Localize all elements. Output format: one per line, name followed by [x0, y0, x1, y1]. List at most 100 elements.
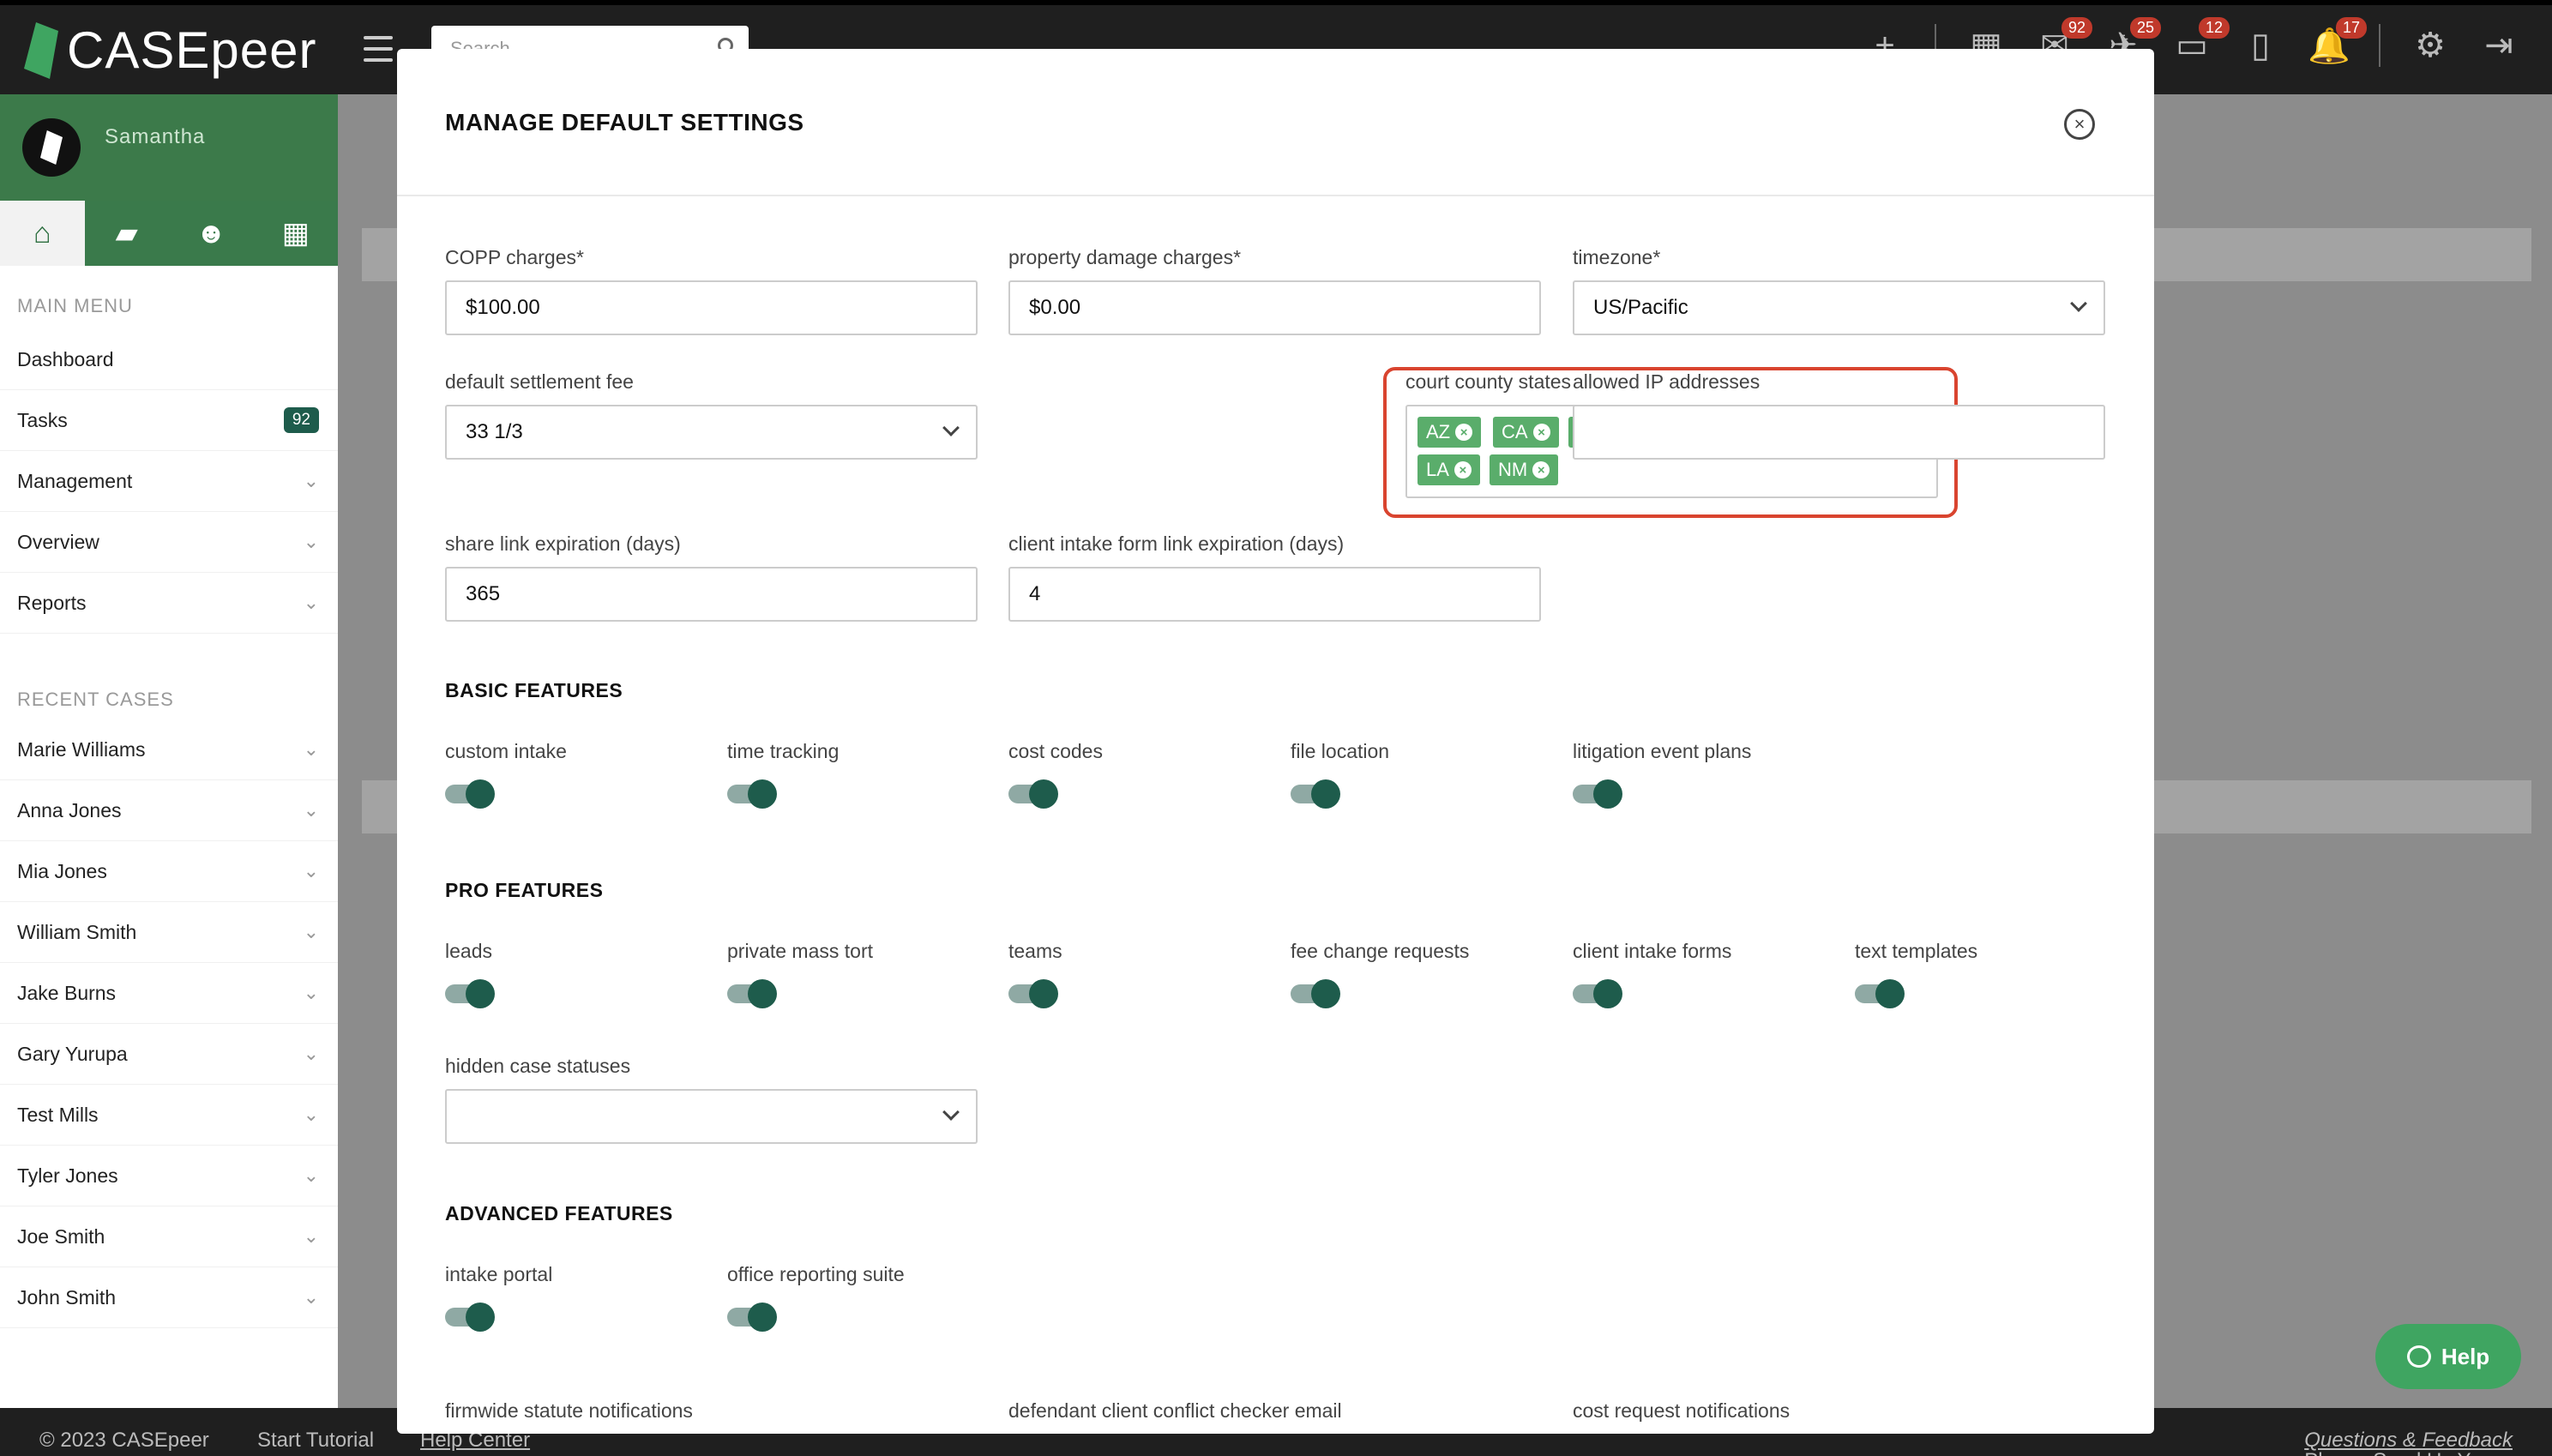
tasks-badge: 92: [283, 407, 319, 433]
text-templates-toggle[interactable]: [1855, 978, 1905, 1010]
chevron-down-icon: ⌄: [303, 738, 319, 760]
users-icon[interactable]: ☻: [169, 201, 254, 266]
manage-default-settings-modal: MANAGE DEFAULT SETTINGS × COPP charges* …: [397, 49, 2154, 1434]
feedback-prefix: Please Send Us Your: [2304, 1449, 2499, 1456]
logo-text: CASEpeer: [67, 21, 317, 79]
recent-case-item[interactable]: John Smith ⌄: [0, 1267, 338, 1328]
litigation-event-plans-toggle[interactable]: [1573, 778, 1622, 810]
bell-icon[interactable]: 🔔 17: [2308, 17, 2367, 67]
state-tag[interactable]: AZ ×: [1417, 417, 1482, 448]
recent-case-item[interactable]: Jake Burns ⌄: [0, 963, 338, 1024]
teams-toggle[interactable]: [1008, 978, 1058, 1010]
recent-case-label: Test Mills: [17, 1103, 99, 1126]
sidebar-item-label: Dashboard: [17, 347, 114, 370]
help-button[interactable]: Help: [2375, 1324, 2521, 1389]
timezone-value: US/Pacific: [1593, 296, 1688, 319]
tray-icon[interactable]: ▭ 12: [2173, 17, 2230, 67]
share-link-input[interactable]: 365: [445, 567, 978, 622]
feature-label: litigation event plans: [1573, 740, 1752, 762]
calendar-icon[interactable]: ▦: [254, 201, 339, 266]
recent-case-item[interactable]: Anna Jones ⌄: [0, 780, 338, 841]
recent-case-item[interactable]: Marie Williams ⌄: [0, 719, 338, 780]
settlement-fee-label: default settlement fee: [445, 370, 634, 393]
feature-label: office reporting suite: [727, 1263, 905, 1285]
chevron-down-icon: [942, 1104, 960, 1121]
private-mass-tort-toggle[interactable]: [727, 978, 777, 1010]
chevron-down-icon: ⌄: [303, 1225, 319, 1247]
remove-tag-icon[interactable]: ×: [1532, 461, 1550, 478]
copp-charges-value: $100.00: [466, 296, 540, 319]
remove-tag-icon[interactable]: ×: [1532, 424, 1550, 441]
chevron-down-icon: ⌄: [303, 982, 319, 1003]
leads-toggle[interactable]: [445, 978, 495, 1010]
timezone-select[interactable]: US/Pacific: [1573, 280, 2105, 335]
feature-label: time tracking: [727, 740, 840, 762]
recent-case-item[interactable]: Mia Jones ⌄: [0, 841, 338, 902]
avatar[interactable]: [22, 118, 81, 177]
intake-link-value: 4: [1029, 582, 1041, 605]
divider: [2379, 24, 2380, 67]
property-damage-label: property damage charges*: [1008, 246, 1242, 268]
file-location-toggle[interactable]: [1291, 778, 1340, 810]
phone-icon[interactable]: ▯: [2242, 24, 2279, 67]
sidebar-item-management[interactable]: Management ⌄: [0, 451, 338, 512]
logout-icon[interactable]: ⇥: [2480, 24, 2518, 67]
casepeer-logo[interactable]: CASEpeer: [24, 21, 316, 80]
hamburger-menu-icon[interactable]: [364, 36, 393, 62]
sidebar-item-label: Management: [17, 469, 133, 492]
client-intake-forms-toggle[interactable]: [1573, 978, 1622, 1010]
office-reporting-suite-toggle[interactable]: [727, 1301, 777, 1333]
state-tag[interactable]: NM ×: [1490, 454, 1559, 485]
sidebar-item-dashboard[interactable]: Dashboard: [0, 329, 338, 390]
recent-case-item[interactable]: William Smith ⌄: [0, 902, 338, 963]
user-name: Samantha: [105, 125, 206, 148]
close-icon[interactable]: ×: [2064, 109, 2095, 140]
allowed-ip-input[interactable]: [1573, 405, 2105, 460]
chevron-down-icon: ⌄: [303, 592, 319, 613]
settlement-fee-select[interactable]: 33 1/3: [445, 405, 978, 460]
custom-intake-toggle[interactable]: [445, 778, 495, 810]
recent-case-item[interactable]: Tyler Jones ⌄: [0, 1146, 338, 1206]
sidebar-item-tasks[interactable]: Tasks 92: [0, 390, 338, 451]
intake-portal-toggle[interactable]: [445, 1301, 495, 1333]
sidebar-item-label: Reports: [17, 591, 87, 614]
remove-tag-icon[interactable]: ×: [1455, 424, 1473, 441]
sidebar-item-overview[interactable]: Overview ⌄: [0, 512, 338, 573]
hidden-case-statuses-select[interactable]: [445, 1089, 978, 1144]
recent-case-label: Jake Burns: [17, 981, 117, 1004]
feedback-link[interactable]: Questions & Feedback: [2304, 1429, 2513, 1452]
chevron-down-icon: ⌄: [303, 1164, 319, 1186]
recent-case-label: John Smith: [17, 1285, 117, 1309]
start-tutorial-link[interactable]: Start Tutorial: [257, 1429, 374, 1453]
share-link-label: share link expiration (days): [445, 532, 681, 555]
recent-case-item[interactable]: Test Mills ⌄: [0, 1085, 338, 1146]
fee-change-requests-toggle[interactable]: [1291, 978, 1340, 1010]
feature-label: text templates: [1855, 940, 1978, 962]
advanced-features-title: ADVANCED FEATURES: [445, 1202, 673, 1224]
recent-case-label: Marie Williams: [17, 737, 146, 761]
property-damage-input[interactable]: $0.00: [1008, 280, 1541, 335]
conflict-checker-email-label: defendant client conflict checker email: [1008, 1399, 1342, 1422]
state-tag[interactable]: CA ×: [1493, 417, 1559, 448]
gear-icon[interactable]: ⚙: [2411, 24, 2449, 67]
sidebar-item-reports[interactable]: Reports ⌄: [0, 573, 338, 634]
feature-label: intake portal: [445, 1263, 553, 1285]
recent-case-item[interactable]: Gary Yurupa ⌄: [0, 1024, 338, 1085]
inbox-badge: 92: [2061, 17, 2092, 39]
cost-codes-toggle[interactable]: [1008, 778, 1058, 810]
messages-badge: 25: [2129, 17, 2161, 39]
home-icon[interactable]: ⌂: [0, 201, 85, 266]
intake-link-label: client intake form link expiration (days…: [1008, 532, 1345, 555]
recent-cases-title: RECENT CASES: [17, 689, 174, 710]
folder-icon[interactable]: ▰: [85, 201, 170, 266]
remove-tag-icon[interactable]: ×: [1454, 461, 1472, 478]
copp-charges-input[interactable]: $100.00: [445, 280, 978, 335]
intake-link-input[interactable]: 4: [1008, 567, 1541, 622]
feature-label: private mass tort: [727, 940, 873, 962]
state-tag[interactable]: LA ×: [1417, 454, 1480, 485]
main-menu-title: MAIN MENU: [17, 295, 133, 316]
timezone-label: timezone*: [1573, 246, 1661, 268]
time-tracking-toggle[interactable]: [727, 778, 777, 810]
recent-case-label: William Smith: [17, 920, 137, 943]
recent-case-item[interactable]: Joe Smith ⌄: [0, 1206, 338, 1267]
